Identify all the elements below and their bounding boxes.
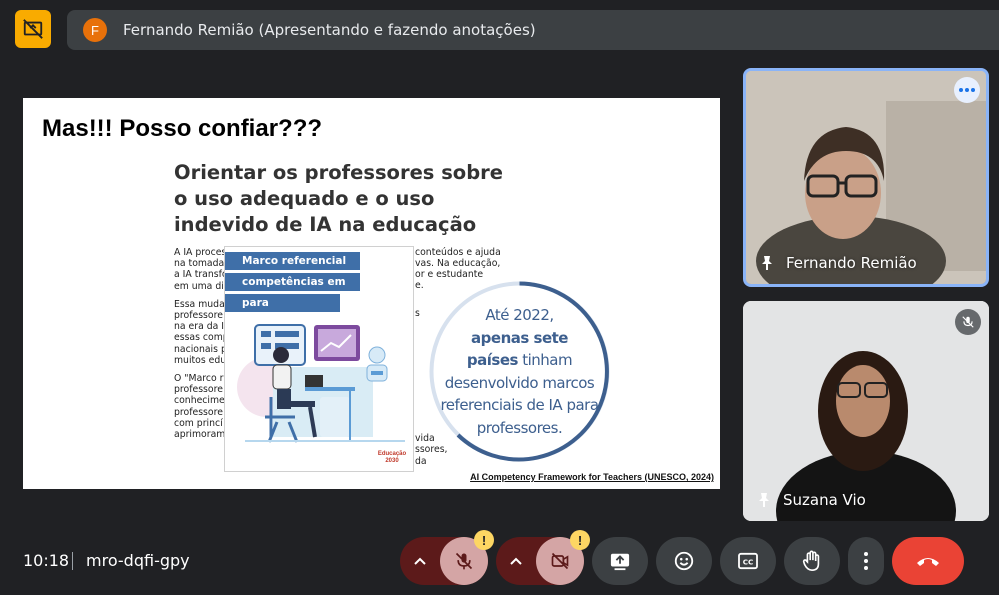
body-line: professore [174,310,223,322]
end-call-button[interactable] [892,537,964,585]
teacher-illustration [237,324,405,443]
svg-text:CC: CC [743,558,754,567]
raise-hand-icon [802,550,820,571]
camera-warning-badge: ! [570,530,590,550]
divider [72,552,73,570]
body-line: com princí [174,417,223,429]
body-line: essas comp [174,332,229,344]
meeting-clock: 10:18 [23,551,70,570]
body-fragment: e. [415,280,424,291]
body-line: Essa muda [174,298,225,310]
callout-line: Até 2022, [485,306,554,324]
meeting-code[interactable]: mro-dqfi-gpy [86,551,190,570]
framework-cover-image: Marco referencial de competências em IA … [224,246,414,472]
callout-text: Até 2022, apenas sete países tinham dese… [428,304,611,439]
body-fragment: conteúdos e ajuda [415,247,501,258]
mic-off-icon [455,552,473,570]
body-line: a IA transfo [174,269,228,281]
participant-name: Fernando Remião [786,254,917,272]
pin-icon[interactable] [755,491,773,509]
shared-slide: Mas!!! Posso confiar??? Orientar os prof… [23,98,720,489]
body-line: na era da I [174,321,225,333]
presenting-label: Fernando Remião (Apresentando e fazendo … [123,21,536,39]
mic-toggle-button[interactable]: ! [440,530,494,585]
mic-warning-badge: ! [474,530,494,550]
mic-off-icon [962,316,974,328]
end-call-icon [917,558,939,566]
meet-present-icon [23,19,43,39]
participant-video [746,71,986,284]
participant-tile-fernando[interactable]: Fernando Remião [743,68,989,287]
present-screen-button[interactable] [592,537,648,585]
camera-options-button[interactable] [496,537,536,585]
mic-options-button[interactable] [400,537,440,585]
presenting-banner: F Fernando Remião (Apresentando e fazend… [67,10,999,50]
slide-title: Mas!!! Posso confiar??? [42,115,323,142]
participant-video [743,301,989,521]
callout-line: países [466,351,519,369]
more-horiz-icon [959,88,975,92]
present-screen-icon [610,553,630,571]
captions-button[interactable]: CC [720,537,776,585]
more-options-button[interactable] [848,537,884,585]
body-line: nacionais p [174,343,227,355]
body-fragment: da [415,456,427,467]
caret-up-icon [414,557,426,565]
pin-icon[interactable] [758,254,776,272]
body-line: professore [174,384,223,396]
caret-up-icon [510,557,522,565]
body-fragment: s [415,308,420,319]
emoji-icon [674,551,694,571]
body-line: O "Marco r [174,373,224,385]
body-line: aprimoram [174,429,226,441]
callout-line: referenciais de IA para [440,396,599,414]
body-line: na tomada [174,258,225,270]
body-fragment: or e estudante [415,269,484,280]
reactions-button[interactable] [656,537,712,585]
mic-control-group: ! [400,530,494,585]
slide-citation[interactable]: AI Competency Framework for Teachers (UN… [470,472,714,482]
body-fragment: vas. Na educação, [415,258,501,269]
body-line: professore [174,406,223,418]
body-line: A IA proces [174,247,227,258]
body-line: em uma di [174,280,224,292]
participant-name: Suzana Vio [783,491,866,509]
captions-icon: CC [738,552,758,570]
tile-more-button[interactable] [954,77,980,103]
presenting-logo-button[interactable] [15,10,51,48]
slide-heading: Orientar os professores sobre o uso adeq… [174,161,503,236]
callout-line: desenvolvido marcos [444,373,595,392]
cover-logo: Educação 2030 [377,451,407,464]
body-line: conhecime [174,395,225,407]
video-off-icon [551,552,569,570]
camera-control-group: ! [496,530,590,585]
raise-hand-button[interactable] [784,537,840,585]
participant-muted-indicator [955,309,981,335]
callout-line: tinham [522,351,573,369]
presenter-avatar: F [83,18,107,42]
callout-line: professores. [476,418,563,437]
more-options-icon [864,552,868,570]
participant-tile-suzana[interactable]: Suzana Vio [743,301,989,521]
body-line: muitos edu [174,354,227,366]
callout-line: apenas sete [471,328,568,347]
camera-toggle-button[interactable]: ! [536,530,590,585]
